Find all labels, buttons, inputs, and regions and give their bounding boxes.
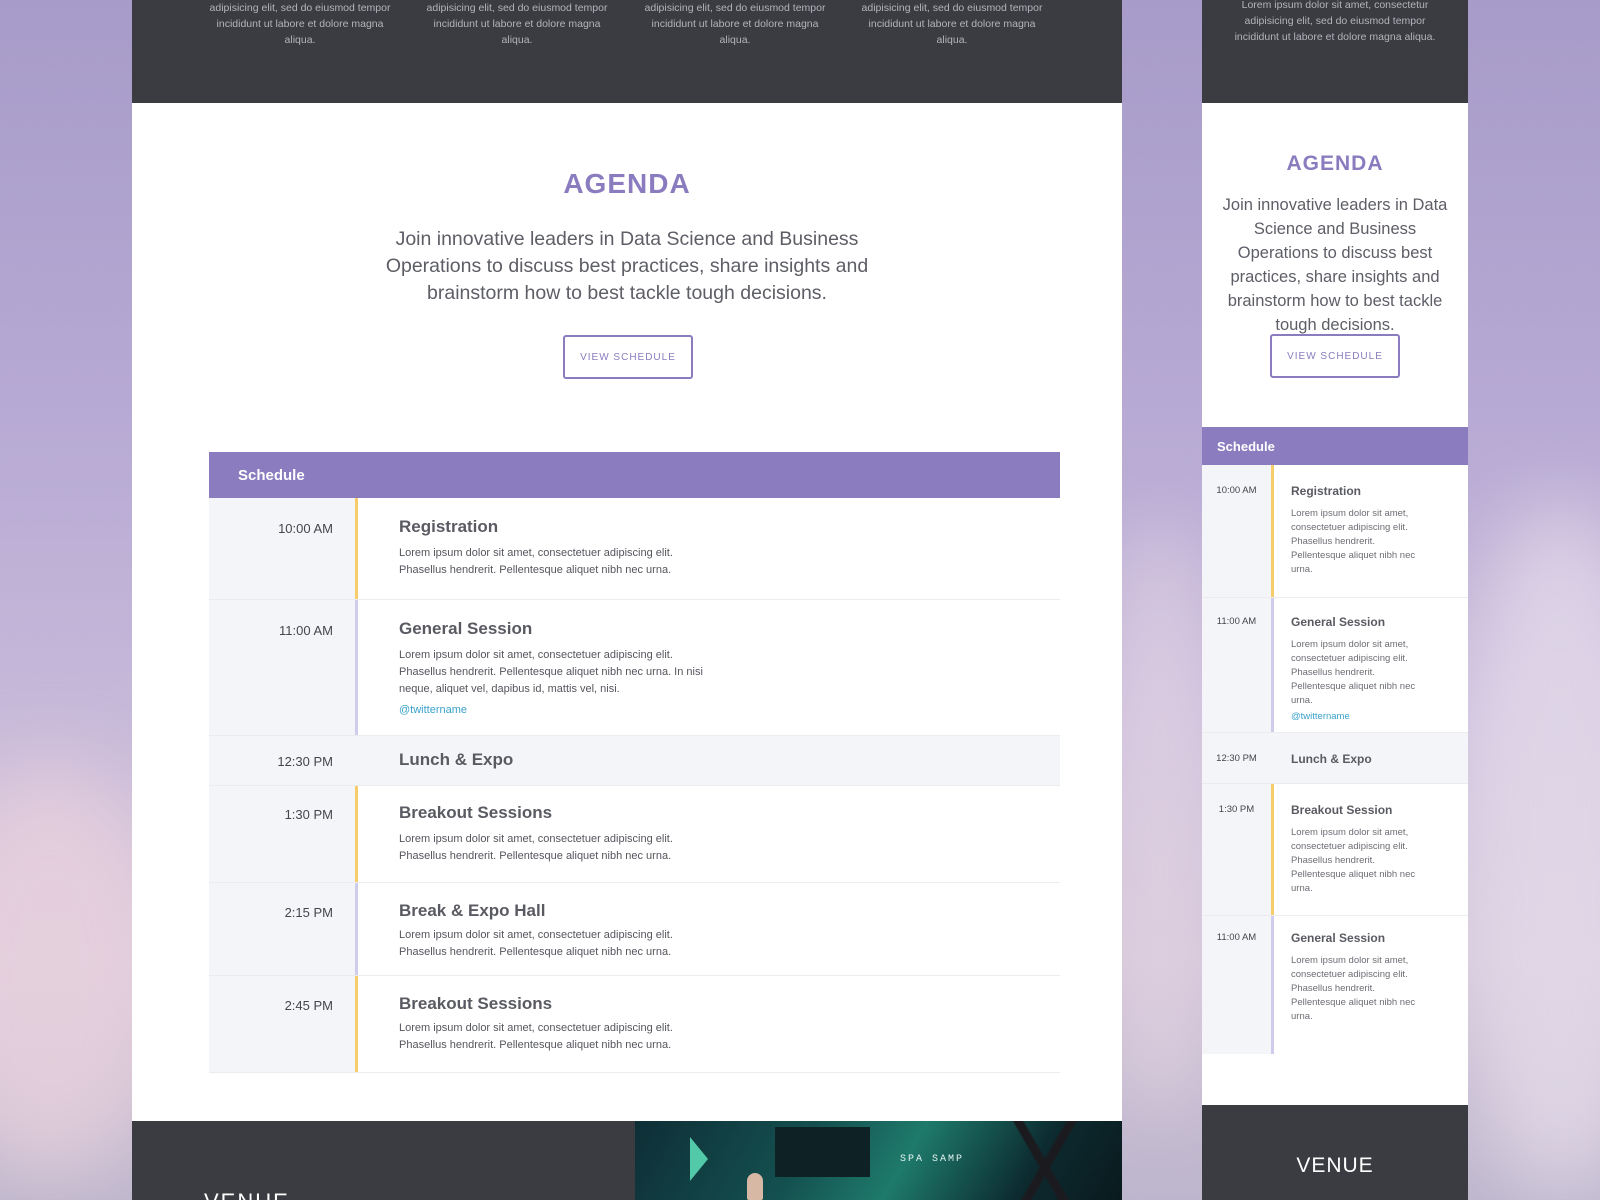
row-title: Lunch & Expo xyxy=(399,750,514,769)
features-band: adipisicing elit, sed do eiusmod tempor … xyxy=(132,0,1122,103)
schedule-table: Schedule 10:00 AM Registration Lorem ips… xyxy=(209,452,1060,1073)
row-time: 2:15 PM xyxy=(209,883,355,975)
row-time: 11:00 AM xyxy=(1202,916,1271,1054)
row-description: Lorem ipsum dolor sit amet, consectetuer… xyxy=(399,1022,673,1051)
mobile-page: Lorem ipsum dolor sit amet, consectetur … xyxy=(1202,0,1468,1200)
schedule-row: 1:30 PM Breakout Session Lorem ipsum dol… xyxy=(1202,784,1468,916)
schedule-row: 10:00 AM Registration Lorem ipsum dolor … xyxy=(1202,465,1468,598)
feature-text: adipisicing elit, sed do eiusmod tempor … xyxy=(861,2,1043,46)
schedule-row: 2:45 PM Breakout Sessions Lorem ipsum do… xyxy=(209,976,1060,1073)
logo-arrow-icon xyxy=(690,1137,708,1181)
feature-text: Lorem ipsum dolor sit amet, consectetur … xyxy=(1234,0,1436,43)
row-time: 1:30 PM xyxy=(1202,784,1271,915)
venue-title: VENUE xyxy=(204,1189,290,1200)
row-time: 11:00 AM xyxy=(209,600,355,735)
row-description: Lorem ipsum dolor sit amet, consectetuer… xyxy=(1291,827,1416,894)
row-time: 2:45 PM xyxy=(209,976,355,1072)
schedule-row: 10:00 AM Registration Lorem ipsum dolor … xyxy=(209,498,1060,600)
agenda-description: Join innovative leaders in Data Science … xyxy=(385,228,869,304)
twitter-link[interactable]: @twittername xyxy=(1291,711,1468,722)
row-time: 11:00 AM xyxy=(1202,598,1271,732)
schedule-row: 12:30 PM Lunch & Expo xyxy=(1202,733,1468,784)
venue-photo: SPA SAMP xyxy=(635,1121,1122,1200)
stage-sign: SPA SAMP xyxy=(900,1154,965,1165)
row-title: General Session xyxy=(1291,615,1386,629)
view-schedule-button[interactable]: VIEW SCHEDULE xyxy=(1270,334,1400,378)
schedule-header: Schedule xyxy=(1202,427,1468,465)
agenda-description: Join innovative leaders in Data Science … xyxy=(1222,196,1448,334)
desktop-page: adipisicing elit, sed do eiusmod tempor … xyxy=(132,0,1122,1200)
row-description: Lorem ipsum dolor sit amet, consectetuer… xyxy=(399,833,673,862)
speaker-figure xyxy=(747,1173,763,1200)
row-title: Break & Expo Hall xyxy=(399,901,546,920)
schedule-header: Schedule xyxy=(209,452,1060,498)
row-title: General Session xyxy=(399,619,533,638)
schedule-row: 1:30 PM Breakout Sessions Lorem ipsum do… xyxy=(209,786,1060,883)
feature-text: adipisicing elit, sed do eiusmod tempor … xyxy=(644,2,826,46)
row-description: Lorem ipsum dolor sit amet, consectetuer… xyxy=(399,929,673,958)
feature-text: adipisicing elit, sed do eiusmod tempor … xyxy=(209,2,391,46)
row-title: General Session xyxy=(1291,931,1386,945)
venue-title: VENUE xyxy=(1296,1154,1374,1177)
row-description: Lorem ipsum dolor sit amet, consectetuer… xyxy=(399,649,703,695)
schedule-table: Schedule 10:00 AM Registration Lorem ips… xyxy=(1202,427,1468,1054)
schedule-row: 12:30 PM Lunch & Expo xyxy=(209,736,1060,786)
row-time: 12:30 PM xyxy=(209,736,355,785)
row-title: Registration xyxy=(399,517,499,536)
twitter-link[interactable]: @twittername xyxy=(399,704,1060,716)
schedule-row: 11:00 AM General Session Lorem ipsum dol… xyxy=(1202,916,1468,1054)
row-description: Lorem ipsum dolor sit amet, consectetuer… xyxy=(1291,508,1416,575)
agenda-title: AGENDA xyxy=(1286,152,1384,175)
row-time: 1:30 PM xyxy=(209,786,355,882)
row-description: Lorem ipsum dolor sit amet, consectetuer… xyxy=(1291,955,1416,1022)
row-time: 10:00 AM xyxy=(209,498,355,599)
schedule-row: 11:00 AM General Session Lorem ipsum dol… xyxy=(209,600,1060,736)
row-description: Lorem ipsum dolor sit amet, consectetuer… xyxy=(399,547,673,576)
stage-truss xyxy=(965,1121,1122,1200)
schedule-row: 2:15 PM Break & Expo Hall Lorem ipsum do… xyxy=(209,883,1060,976)
feature-text: adipisicing elit, sed do eiusmod tempor … xyxy=(426,2,608,46)
stage-screen xyxy=(775,1127,870,1177)
schedule-row: 11:00 AM General Session Lorem ipsum dol… xyxy=(1202,598,1468,733)
row-description: Lorem ipsum dolor sit amet, consectetuer… xyxy=(1291,639,1416,706)
row-title: Breakout Session xyxy=(1291,803,1393,817)
row-title: Registration xyxy=(1291,484,1362,498)
features-band: Lorem ipsum dolor sit amet, consectetur … xyxy=(1202,0,1468,103)
row-title: Lunch & Expo xyxy=(1291,752,1372,766)
view-schedule-button[interactable]: VIEW SCHEDULE xyxy=(563,335,693,379)
row-title: Breakout Sessions xyxy=(399,994,553,1013)
row-time: 12:30 PM xyxy=(1202,733,1271,783)
row-time: 10:00 AM xyxy=(1202,465,1271,597)
venue-band xyxy=(1202,1105,1468,1200)
row-title: Breakout Sessions xyxy=(399,803,553,822)
agenda-title: AGENDA xyxy=(563,168,691,199)
